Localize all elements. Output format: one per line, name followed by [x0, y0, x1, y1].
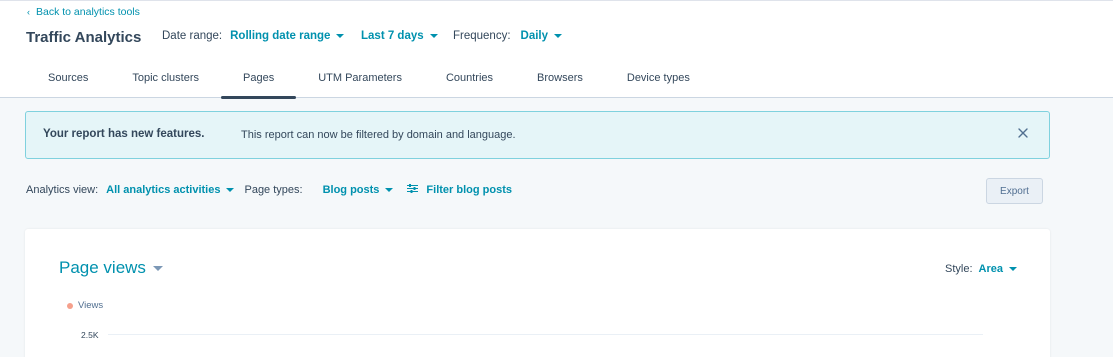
tab-topic-clusters[interactable]: Topic clusters [110, 72, 221, 99]
back-link-label: Back to analytics tools [36, 6, 140, 18]
page-views-card: Page views Style: Area Views 2.5K [25, 229, 1050, 357]
analytics-view-value: All analytics activities [106, 184, 221, 196]
analytics-view-label: Analytics view: [26, 184, 99, 196]
export-button[interactable]: Export [986, 178, 1043, 204]
tab-bar: Sources Topic clusters Pages UTM Paramet… [26, 72, 712, 99]
frequency-dropdown[interactable]: Daily [521, 30, 563, 42]
legend-dot-icon [67, 302, 73, 309]
style-value: Area [978, 263, 1003, 275]
tab-countries[interactable]: Countries [424, 72, 515, 99]
tab-device-types[interactable]: Device types [605, 72, 712, 99]
period-value: Last 7 days [361, 30, 424, 42]
card-title: Page views [59, 258, 146, 277]
banner-title: Your report has new features. [43, 128, 205, 140]
close-icon[interactable] [1015, 125, 1031, 141]
tab-sources[interactable]: Sources [26, 72, 110, 99]
chart-legend: Views [67, 300, 103, 311]
caret-down-icon [554, 34, 563, 38]
tab-browsers[interactable]: Browsers [515, 72, 605, 99]
chevron-left-icon: ‹ [27, 7, 30, 17]
analytics-view-dropdown[interactable]: All analytics activities [106, 184, 235, 196]
y-tick-label: 2.5K [81, 330, 99, 340]
chart-style-control: Style: Area [945, 263, 1017, 275]
page-title: Traffic Analytics [26, 29, 142, 46]
caret-down-icon [152, 265, 163, 271]
period-filter: Last 7 days [361, 30, 438, 42]
report-toolbar: Analytics view: All analytics activities… [26, 183, 512, 197]
chart-gridline [108, 334, 983, 335]
style-label: Style: [945, 263, 973, 275]
legend-label: Views [78, 300, 104, 311]
date-range-label: Date range: [162, 30, 223, 42]
caret-down-icon [336, 34, 345, 38]
period-dropdown[interactable]: Last 7 days [361, 30, 438, 42]
frequency-value: Daily [520, 30, 549, 42]
caret-down-icon [385, 188, 394, 192]
chart-metric-dropdown[interactable]: Page views [59, 258, 163, 278]
back-link[interactable]: ‹ Back to analytics tools [27, 6, 140, 18]
tab-pages[interactable]: Pages [221, 72, 297, 99]
frequency-label: Frequency: [453, 30, 511, 42]
feature-banner: Your report has new features. This repor… [25, 111, 1050, 159]
tab-utm-parameters[interactable]: UTM Parameters [296, 72, 424, 99]
date-range-value: Rolling date range [230, 30, 331, 42]
style-dropdown[interactable]: Area [979, 263, 1017, 275]
app-header: ‹ Back to analytics tools Traffic Analyt… [0, 0, 1113, 99]
sliders-icon [407, 183, 419, 197]
date-range-dropdown[interactable]: Rolling date range [230, 30, 345, 42]
filter-blog-posts-label: Filter blog posts [426, 184, 512, 196]
frequency-filter: Frequency: Daily [453, 30, 563, 42]
page-types-dropdown[interactable]: Blog posts [323, 184, 394, 196]
page-types-value: Blog posts [322, 184, 380, 196]
caret-down-icon [1009, 267, 1017, 271]
caret-down-icon [226, 188, 235, 192]
filter-blog-posts-button[interactable]: Filter blog posts [407, 183, 512, 197]
caret-down-icon [429, 34, 438, 38]
date-range-filter: Date range: Rolling date range [162, 30, 345, 42]
banner-text: This report can now be filtered by domai… [241, 129, 516, 141]
page-types-label: Page types: [244, 184, 303, 196]
